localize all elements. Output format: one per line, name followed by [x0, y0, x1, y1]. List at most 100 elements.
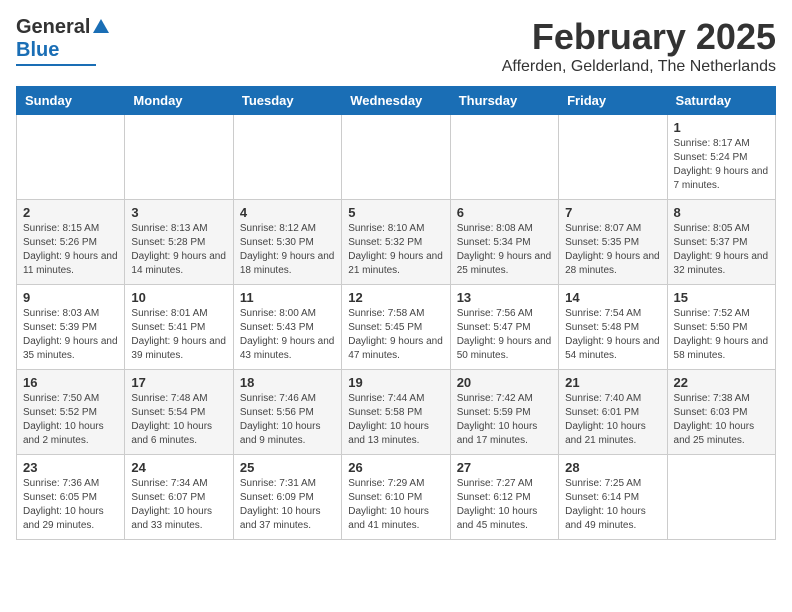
day-info: Sunrise: 7:40 AM Sunset: 6:01 PM Dayligh… — [565, 392, 660, 448]
day-number: 15 — [674, 290, 769, 305]
day-number: 24 — [131, 460, 226, 475]
day-info: Sunrise: 7:50 AM Sunset: 5:52 PM Dayligh… — [23, 392, 118, 448]
calendar-cell — [233, 115, 341, 200]
calendar-cell: 10 Sunrise: 8:01 AM Sunset: 5:41 PM Dayli… — [125, 285, 233, 370]
day-info: Sunrise: 8:12 AM Sunset: 5:30 PM Dayligh… — [240, 222, 335, 278]
day-info: Sunrise: 7:36 AM Sunset: 6:05 PM Dayligh… — [23, 477, 118, 533]
day-number: 9 — [23, 290, 118, 305]
weekday-header-monday: Monday — [125, 87, 233, 115]
calendar-cell: 23 Sunrise: 7:36 AM Sunset: 6:05 PM Dayli… — [17, 455, 125, 540]
day-number: 27 — [457, 460, 552, 475]
calendar-cell — [125, 115, 233, 200]
calendar-cell — [17, 115, 125, 200]
weekday-header-sunday: Sunday — [17, 87, 125, 115]
day-number: 25 — [240, 460, 335, 475]
calendar-cell: 1Sunrise: 8:17 AM Sunset: 5:24 PM Daylig… — [667, 115, 775, 200]
calendar-cell: 21 Sunrise: 7:40 AM Sunset: 6:01 PM Dayli… — [559, 370, 667, 455]
day-info: Sunrise: 7:46 AM Sunset: 5:56 PM Dayligh… — [240, 392, 335, 448]
logo-triangle-icon — [93, 19, 109, 33]
logo: General Blue — [16, 16, 109, 66]
day-info: Sunrise: 7:54 AM Sunset: 5:48 PM Dayligh… — [565, 307, 660, 363]
day-number: 13 — [457, 290, 552, 305]
calendar-week-row: 9 Sunrise: 8:03 AM Sunset: 5:39 PM Daylig… — [17, 285, 776, 370]
day-number: 21 — [565, 375, 660, 390]
day-info: Sunrise: 7:25 AM Sunset: 6:14 PM Dayligh… — [565, 477, 660, 533]
day-info: Sunrise: 8:00 AM Sunset: 5:43 PM Dayligh… — [240, 307, 335, 363]
day-info: Sunrise: 7:48 AM Sunset: 5:54 PM Dayligh… — [131, 392, 226, 448]
day-number: 5 — [348, 205, 443, 220]
calendar-cell — [667, 455, 775, 540]
calendar-cell: 17 Sunrise: 7:48 AM Sunset: 5:54 PM Dayli… — [125, 370, 233, 455]
weekday-header-wednesday: Wednesday — [342, 87, 450, 115]
day-number: 16 — [23, 375, 118, 390]
day-number: 22 — [674, 375, 769, 390]
day-number: 23 — [23, 460, 118, 475]
day-info: Sunrise: 8:15 AM Sunset: 5:26 PM Dayligh… — [23, 222, 118, 278]
day-number: 7 — [565, 205, 660, 220]
day-info: Sunrise: 7:29 AM Sunset: 6:10 PM Dayligh… — [348, 477, 443, 533]
day-number: 14 — [565, 290, 660, 305]
calendar-week-row: 16 Sunrise: 7:50 AM Sunset: 5:52 PM Dayli… — [17, 370, 776, 455]
day-info: Sunrise: 7:42 AM Sunset: 5:59 PM Dayligh… — [457, 392, 552, 448]
calendar-cell: 15 Sunrise: 7:52 AM Sunset: 5:50 PM Dayli… — [667, 285, 775, 370]
calendar-cell: 11 Sunrise: 8:00 AM Sunset: 5:43 PM Dayli… — [233, 285, 341, 370]
day-info: Sunrise: 7:52 AM Sunset: 5:50 PM Dayligh… — [674, 307, 769, 363]
calendar-cell: 18Sunrise: 7:46 AM Sunset: 5:56 PM Dayli… — [233, 370, 341, 455]
day-info: Sunrise: 8:13 AM Sunset: 5:28 PM Dayligh… — [131, 222, 226, 278]
calendar-cell: 24 Sunrise: 7:34 AM Sunset: 6:07 PM Dayli… — [125, 455, 233, 540]
day-number: 17 — [131, 375, 226, 390]
calendar-cell: 20Sunrise: 7:42 AM Sunset: 5:59 PM Dayli… — [450, 370, 558, 455]
weekday-header-row: SundayMondayTuesdayWednesdayThursdayFrid… — [17, 87, 776, 115]
calendar-cell: 3 Sunrise: 8:13 AM Sunset: 5:28 PM Daylig… — [125, 200, 233, 285]
calendar-cell: 25 Sunrise: 7:31 AM Sunset: 6:09 PM Dayli… — [233, 455, 341, 540]
calendar-cell: 27 Sunrise: 7:27 AM Sunset: 6:12 PM Dayli… — [450, 455, 558, 540]
day-number: 3 — [131, 205, 226, 220]
day-number: 2 — [23, 205, 118, 220]
day-number: 11 — [240, 290, 335, 305]
day-info: Sunrise: 8:03 AM Sunset: 5:39 PM Dayligh… — [23, 307, 118, 363]
logo-blue-text: Blue — [16, 39, 59, 62]
day-info: Sunrise: 7:31 AM Sunset: 6:09 PM Dayligh… — [240, 477, 335, 533]
calendar-cell: 9 Sunrise: 8:03 AM Sunset: 5:39 PM Daylig… — [17, 285, 125, 370]
day-number: 19 — [348, 375, 443, 390]
day-number: 28 — [565, 460, 660, 475]
calendar-cell: 16 Sunrise: 7:50 AM Sunset: 5:52 PM Dayli… — [17, 370, 125, 455]
title-area: February 2025 Afferden, Gelderland, The … — [502, 16, 776, 76]
day-info: Sunrise: 8:10 AM Sunset: 5:32 PM Dayligh… — [348, 222, 443, 278]
calendar-cell: 28 Sunrise: 7:25 AM Sunset: 6:14 PM Dayli… — [559, 455, 667, 540]
weekday-header-saturday: Saturday — [667, 87, 775, 115]
logo-underline — [16, 64, 96, 66]
day-number: 12 — [348, 290, 443, 305]
day-info: Sunrise: 8:08 AM Sunset: 5:34 PM Dayligh… — [457, 222, 552, 278]
calendar-cell: 12Sunrise: 7:58 AM Sunset: 5:45 PM Dayli… — [342, 285, 450, 370]
weekday-header-thursday: Thursday — [450, 87, 558, 115]
day-info: Sunrise: 7:56 AM Sunset: 5:47 PM Dayligh… — [457, 307, 552, 363]
day-info: Sunrise: 8:01 AM Sunset: 5:41 PM Dayligh… — [131, 307, 226, 363]
calendar-week-row: 1Sunrise: 8:17 AM Sunset: 5:24 PM Daylig… — [17, 115, 776, 200]
calendar-cell: 14 Sunrise: 7:54 AM Sunset: 5:48 PM Dayli… — [559, 285, 667, 370]
day-info: Sunrise: 8:05 AM Sunset: 5:37 PM Dayligh… — [674, 222, 769, 278]
calendar-cell: 22Sunrise: 7:38 AM Sunset: 6:03 PM Dayli… — [667, 370, 775, 455]
calendar-cell: 26 Sunrise: 7:29 AM Sunset: 6:10 PM Dayli… — [342, 455, 450, 540]
day-info: Sunrise: 7:27 AM Sunset: 6:12 PM Dayligh… — [457, 477, 552, 533]
day-number: 10 — [131, 290, 226, 305]
calendar-cell — [342, 115, 450, 200]
day-info: Sunrise: 7:34 AM Sunset: 6:07 PM Dayligh… — [131, 477, 226, 533]
calendar-cell: 6 Sunrise: 8:08 AM Sunset: 5:34 PM Daylig… — [450, 200, 558, 285]
calendar-cell — [559, 115, 667, 200]
calendar-cell: 13 Sunrise: 7:56 AM Sunset: 5:47 PM Dayli… — [450, 285, 558, 370]
calendar-cell: 2 Sunrise: 8:15 AM Sunset: 5:26 PM Daylig… — [17, 200, 125, 285]
calendar-cell: 7Sunrise: 8:07 AM Sunset: 5:35 PM Daylig… — [559, 200, 667, 285]
calendar-cell: 5 Sunrise: 8:10 AM Sunset: 5:32 PM Daylig… — [342, 200, 450, 285]
calendar-cell — [450, 115, 558, 200]
calendar-cell: 8Sunrise: 8:05 AM Sunset: 5:37 PM Daylig… — [667, 200, 775, 285]
weekday-header-tuesday: Tuesday — [233, 87, 341, 115]
calendar-cell: 19Sunrise: 7:44 AM Sunset: 5:58 PM Dayli… — [342, 370, 450, 455]
day-number: 26 — [348, 460, 443, 475]
day-number: 1 — [674, 120, 769, 135]
calendar-cell: 4Sunrise: 8:12 AM Sunset: 5:30 PM Daylig… — [233, 200, 341, 285]
calendar-table: SundayMondayTuesdayWednesdayThursdayFrid… — [16, 86, 776, 540]
day-number: 6 — [457, 205, 552, 220]
month-title: February 2025 — [502, 16, 776, 58]
logo-general-text: General — [16, 16, 90, 39]
